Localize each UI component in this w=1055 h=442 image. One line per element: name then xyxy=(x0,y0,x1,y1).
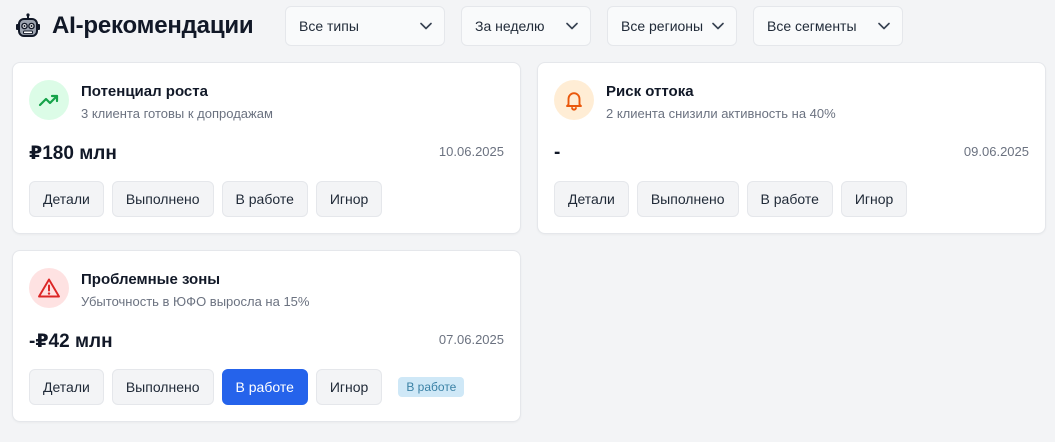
recommendation-card-problems: Проблемные зоны Убыточность в ЮФО выросл… xyxy=(12,250,521,422)
details-button[interactable]: Детали xyxy=(29,181,104,217)
ignore-button[interactable]: Игнор xyxy=(315,369,383,405)
region-filter-value: Все регионы xyxy=(621,18,704,34)
segment-filter-select[interactable]: Все сегменты xyxy=(753,6,903,46)
chevron-down-icon xyxy=(712,22,724,30)
done-button[interactable]: Выполнено xyxy=(111,369,214,405)
type-filter-value: Все типы xyxy=(299,18,359,34)
card-title: Потенциал роста xyxy=(81,83,208,100)
in-progress-button[interactable]: В работе xyxy=(221,369,308,405)
ignore-button[interactable]: Игнор xyxy=(315,181,383,217)
type-filter-select[interactable]: Все типы xyxy=(285,6,445,46)
card-actions: Детали Выполнено В работе Игнор В работе xyxy=(29,369,465,405)
page-title: AI-рекомендации xyxy=(52,12,254,39)
details-button[interactable]: Детали xyxy=(554,181,629,217)
card-subtitle: 2 клиента снизили активность на 40% xyxy=(606,106,836,121)
card-subtitle: Убыточность в ЮФО выросла на 15% xyxy=(81,294,310,309)
region-filter-select[interactable]: Все регионы xyxy=(607,6,737,46)
chevron-down-icon xyxy=(566,22,578,30)
ignore-button[interactable]: Игнор xyxy=(840,181,908,217)
status-badge: В работе xyxy=(398,377,465,397)
done-button[interactable]: Выполнено xyxy=(111,181,214,217)
card-title: Риск оттока xyxy=(606,83,694,100)
bell-icon xyxy=(554,80,594,120)
page-header: AI-рекомендации xyxy=(14,6,254,46)
recommendation-card-growth: Потенциал роста 3 клиента готовы к допро… xyxy=(12,62,521,234)
card-actions: Детали Выполнено В работе Игнор xyxy=(29,181,383,217)
period-filter-value: За неделю xyxy=(475,18,545,34)
card-amount: ₽180 млн xyxy=(29,143,117,164)
segment-filter-value: Все сегменты xyxy=(767,18,857,34)
recommendations-page: AI-рекомендации Все типы За неделю Все р… xyxy=(0,0,1055,442)
card-amount: - xyxy=(554,142,561,163)
robot-icon xyxy=(14,12,42,40)
warning-icon xyxy=(29,268,69,308)
card-actions: Детали Выполнено В работе Игнор xyxy=(554,181,908,217)
details-button[interactable]: Детали xyxy=(29,369,104,405)
trending-up-icon xyxy=(29,80,69,120)
card-title: Проблемные зоны xyxy=(81,271,221,288)
done-button[interactable]: Выполнено xyxy=(636,181,739,217)
in-progress-button[interactable]: В работе xyxy=(746,181,833,217)
card-date: 10.06.2025 xyxy=(438,144,504,159)
card-amount: -₽42 млн xyxy=(29,331,113,352)
chevron-down-icon xyxy=(878,22,890,30)
in-progress-button[interactable]: В работе xyxy=(221,181,308,217)
card-subtitle: 3 клиента готовы к допродажам xyxy=(81,106,273,121)
card-date: 09.06.2025 xyxy=(963,144,1029,159)
chevron-down-icon xyxy=(420,22,432,30)
period-filter-select[interactable]: За неделю xyxy=(461,6,591,46)
recommendation-card-churn: Риск оттока 2 клиента снизили активность… xyxy=(537,62,1046,234)
card-date: 07.06.2025 xyxy=(438,332,504,347)
